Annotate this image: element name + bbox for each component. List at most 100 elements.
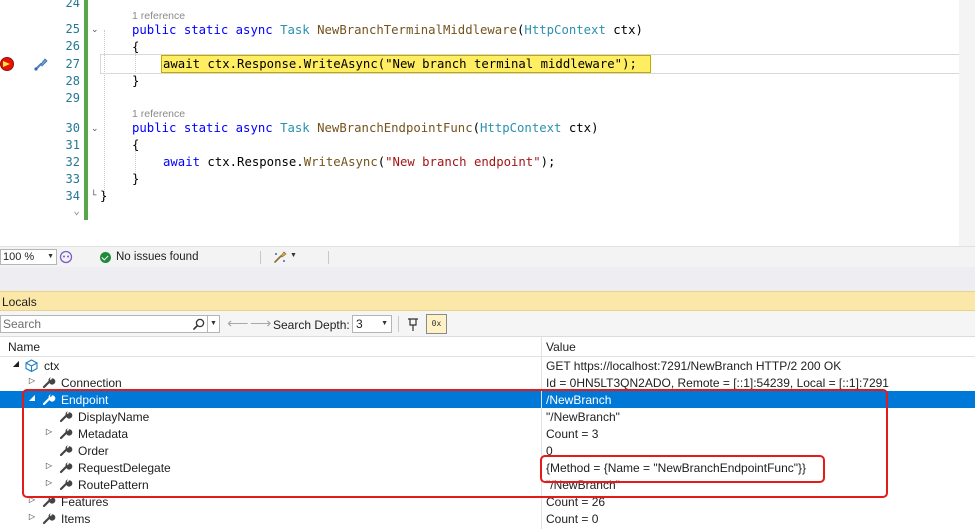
locals-window-title[interactable]: Locals (0, 291, 975, 311)
code-token: async (235, 121, 273, 135)
code-token: public (132, 23, 177, 37)
row-value[interactable]: "/NewBranch" (546, 410, 620, 424)
line-number: 31 (65, 138, 80, 152)
expand-triangle-icon[interactable]: ▷ (44, 478, 54, 488)
code-token: NewBranchEndpointFunc (317, 121, 473, 135)
collapse-triangle-icon[interactable]: ◢ (27, 393, 37, 403)
code-editor[interactable]: 24 25 26 27 28 29 30 31 32 33 34 ⌄ ⌄ ⌄ └… (0, 0, 975, 246)
search-options-dropdown[interactable]: ▼ (208, 315, 220, 333)
issues-status[interactable]: No issues found (116, 251, 198, 263)
row-value[interactable]: /NewBranch (546, 393, 611, 407)
code-token: ctx.Response. (200, 155, 304, 169)
collapse-triangle-icon[interactable]: ◢ (11, 359, 21, 369)
locals-row-connection[interactable]: ▷ Connection Id = 0HN5LT3QN2ADO, Remote … (0, 374, 975, 391)
locals-grid-header: Name Value (0, 337, 975, 357)
fold-collapse-icon[interactable]: ⌄ (91, 124, 102, 134)
locals-row-features[interactable]: ▷ Features Count = 26 (0, 493, 975, 510)
line-number: 32 (65, 155, 80, 169)
expand-triangle-icon[interactable]: ▷ (27, 512, 37, 522)
chevron-down-icon: ▼ (381, 320, 388, 327)
zoom-dropdown[interactable]: 100 % ▼ (0, 249, 57, 265)
editor-vertical-scrollbar[interactable] (959, 0, 975, 246)
check-circle-icon[interactable] (100, 252, 111, 263)
code-cleanup-icon[interactable] (272, 250, 288, 265)
row-value[interactable]: GET https://localhost:7291/NewBranch HTT… (546, 359, 841, 373)
pin-icon[interactable] (405, 316, 421, 332)
code-token: "New branch terminal middleware" (385, 57, 623, 71)
wrench-property-icon (59, 479, 73, 491)
separator (398, 316, 399, 332)
column-header-value[interactable]: Value (546, 340, 576, 354)
search-next-arrow-icon[interactable]: ⟶ (250, 316, 272, 331)
line-number: 24 (65, 0, 80, 10)
search-previous-arrow-icon[interactable]: ⟵ (227, 316, 249, 331)
code-line-25: public static async Task NewBranchTermin… (132, 22, 643, 38)
code-token: HttpContext (524, 23, 606, 37)
column-header-name[interactable]: Name (8, 340, 40, 354)
chevron-down-icon: ▼ (47, 253, 54, 260)
code-token: await (163, 57, 201, 71)
row-value[interactable]: {Method = {Name = "NewBranchEndpointFunc… (546, 461, 806, 475)
panel-splitter[interactable] (0, 267, 975, 291)
expand-triangle-icon[interactable]: ▷ (27, 376, 37, 386)
search-depth-value: 3 (356, 317, 363, 331)
expand-triangle-icon[interactable]: ▷ (44, 461, 54, 471)
fold-collapse-icon[interactable]: ⌄ (91, 25, 102, 35)
hexadecimal-display-button[interactable]: 0x (426, 314, 447, 334)
search-box[interactable] (0, 315, 208, 333)
codelens-references[interactable]: 1 reference (132, 108, 185, 120)
paintbrush-icon[interactable] (33, 56, 49, 72)
row-value[interactable]: Count = 26 (546, 495, 605, 509)
row-value[interactable]: Id = 0HN5LT3QN2ADO, Remote = [::1]:54239… (546, 376, 889, 390)
code-token: WriteAsync (303, 57, 378, 71)
chevron-down-icon[interactable]: ▼ (290, 252, 297, 259)
locals-row-items[interactable]: ▷ Items Count = 0 (0, 510, 975, 527)
row-name: Connection (61, 376, 122, 390)
code-token: Task (280, 23, 310, 37)
wrench-property-icon (59, 411, 73, 423)
code-token: ctx.Response. (200, 57, 304, 71)
copilot-icon[interactable] (59, 250, 73, 264)
search-icon[interactable] (193, 318, 205, 330)
change-tracking-bar (84, 0, 88, 220)
wrench-property-icon (59, 428, 73, 440)
line-number: 34 (65, 189, 80, 203)
search-depth-label: Search Depth: (273, 318, 350, 332)
expand-triangle-icon[interactable]: ▷ (44, 427, 54, 437)
line-number: 30 (65, 121, 80, 135)
locals-row-requestdelegate[interactable]: ▷ RequestDelegate {Method = {Name = "New… (0, 459, 975, 476)
codelens-references[interactable]: 1 reference (132, 10, 185, 22)
locals-row-displayname[interactable]: DisplayName "/NewBranch" (0, 408, 975, 425)
row-name: Order (78, 444, 109, 458)
row-name: Endpoint (61, 393, 109, 407)
locals-row-endpoint[interactable]: ◢ Endpoint /NewBranch (0, 391, 975, 408)
expand-triangle-icon[interactable]: ▷ (27, 495, 37, 505)
code-token: ctx) (561, 121, 599, 135)
locals-row-order[interactable]: Order 0 (0, 442, 975, 459)
locals-row-metadata[interactable]: ▷ Metadata Count = 3 (0, 425, 975, 442)
row-name: RoutePattern (78, 478, 149, 492)
row-value[interactable]: "/NewBranch" (546, 478, 620, 492)
search-depth-dropdown[interactable]: 3 ▼ (352, 315, 392, 333)
locals-row-ctx[interactable]: ◢ ctx GET https://localhost:7291/NewBran… (0, 357, 975, 374)
code-token: static (183, 121, 229, 135)
locals-title-text: Locals (2, 295, 37, 309)
column-divider[interactable] (541, 337, 542, 529)
row-value[interactable]: 0 (546, 444, 553, 458)
wrench-property-icon (59, 445, 73, 457)
code-token: ( (472, 121, 481, 135)
search-input[interactable] (1, 316, 186, 332)
locals-row-routepattern[interactable]: ▷ RoutePattern "/NewBranch" (0, 476, 975, 493)
row-value[interactable]: Count = 3 (546, 427, 598, 441)
code-token: static (183, 23, 229, 37)
editor-status-bar: 100 % ▼ No issues found ▼ (0, 246, 975, 267)
breakpoint-current-statement-icon[interactable] (0, 57, 14, 71)
row-name: Items (61, 512, 91, 526)
row-name: DisplayName (78, 410, 150, 424)
row-value[interactable]: Count = 0 (546, 512, 598, 526)
line-number: 29 (65, 91, 80, 105)
separator (260, 251, 261, 264)
code-token: public (132, 121, 177, 135)
separator (328, 251, 329, 264)
code-token: ctx) (605, 23, 643, 37)
